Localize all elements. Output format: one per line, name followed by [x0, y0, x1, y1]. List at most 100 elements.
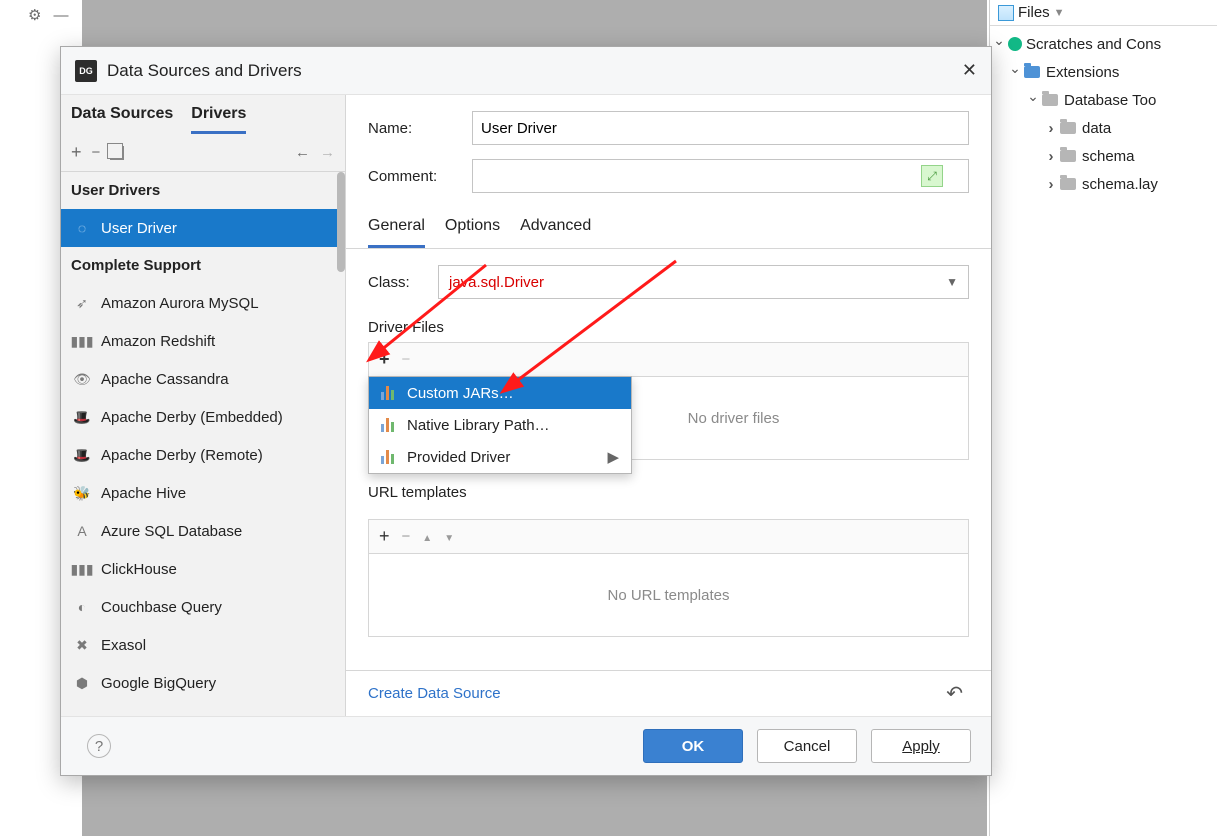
chevron-down-icon: ▼	[946, 275, 958, 289]
class-value: java.sql.Driver	[449, 274, 544, 291]
tree-node-scratches[interactable]: Scratches and Cons	[1026, 36, 1161, 53]
menu-item-label: Custom JARs…	[407, 385, 514, 402]
jars-icon	[381, 386, 397, 400]
tab-options[interactable]: Options	[445, 217, 500, 248]
name-label: Name:	[368, 120, 472, 137]
tab-general[interactable]: General	[368, 217, 425, 248]
list-item-label: Apache Derby (Remote)	[101, 447, 263, 464]
comment-input[interactable]	[472, 159, 969, 193]
list-item-label: Apache Derby (Embedded)	[101, 409, 283, 426]
copy-icon[interactable]	[110, 146, 124, 160]
driver-icon: 🎩	[73, 446, 91, 464]
driver-icon: ◌	[73, 219, 91, 237]
remove-driver-file-icon[interactable]	[402, 351, 411, 368]
list-item-label: Azure SQL Database	[101, 523, 242, 540]
back-icon[interactable]	[295, 144, 310, 161]
url-templates-box: No URL templates	[368, 553, 969, 637]
list-item-label: Exasol	[101, 637, 146, 654]
files-tab-icon	[998, 5, 1014, 21]
project-tree[interactable]: Scratches and Cons Extensions Database T…	[990, 26, 1217, 202]
class-dropdown[interactable]: java.sql.Driver ▼	[438, 265, 969, 299]
tree-node-schema-lay[interactable]: schema.lay	[1082, 176, 1158, 193]
tree-node-data[interactable]: data	[1082, 120, 1111, 137]
expand-icon[interactable]	[1044, 148, 1058, 165]
list-item-label: Amazon Redshift	[101, 333, 215, 350]
section-user-drivers: User Drivers	[61, 172, 345, 209]
add-file-menu: Custom JARs… Native Library Path… Provid…	[368, 376, 632, 474]
expand-icon[interactable]	[1008, 64, 1022, 81]
folder-icon	[1042, 94, 1058, 106]
create-data-source-link[interactable]: Create Data Source	[368, 685, 501, 702]
gear-icon[interactable]: ⚙	[28, 6, 41, 24]
driver-files-placeholder: No driver files	[688, 410, 780, 427]
driver-icon: ✖	[73, 636, 91, 654]
list-item[interactable]: ➶Amazon Aurora MySQL	[61, 284, 345, 322]
tab-drivers[interactable]: Drivers	[191, 105, 246, 134]
list-item-label: Couchbase Query	[101, 599, 222, 616]
menu-item-label: Provided Driver	[407, 449, 510, 466]
submenu-arrow-icon: ▶	[607, 448, 619, 466]
list-item[interactable]: ▮▮▮ClickHouse	[61, 550, 345, 588]
tree-node-extensions[interactable]: Extensions	[1046, 64, 1119, 81]
menu-item-provided-driver[interactable]: Provided Driver ▶	[369, 441, 631, 473]
scrollbar-thumb[interactable]	[337, 172, 345, 272]
tree-node-database-tools[interactable]: Database Too	[1064, 92, 1156, 109]
folder-icon	[1060, 178, 1076, 190]
cancel-button[interactable]: Cancel	[757, 729, 857, 763]
app-icon: DG	[75, 60, 97, 82]
list-item[interactable]: AAzure SQL Database	[61, 512, 345, 550]
menu-item-native-library[interactable]: Native Library Path…	[369, 409, 631, 441]
folder-icon	[1024, 66, 1040, 78]
move-down-icon[interactable]	[444, 528, 454, 545]
section-complete-support: Complete Support	[61, 247, 345, 284]
menu-item-custom-jars[interactable]: Custom JARs…	[369, 377, 631, 409]
driver-icon: ▮▮▮	[73, 560, 91, 578]
minimize-icon[interactable]: —	[53, 7, 68, 24]
name-input[interactable]	[472, 111, 969, 145]
data-sources-dialog: DG Data Sources and Drivers ✕ Data Sourc…	[60, 46, 992, 776]
driver-icon: 🎩	[73, 408, 91, 426]
expand-icon[interactable]	[1026, 92, 1040, 109]
driver-icon: ◐	[73, 598, 91, 616]
tab-advanced[interactable]: Advanced	[520, 217, 591, 248]
dropdown-icon[interactable]: ▼	[1054, 7, 1065, 19]
folder-icon	[1060, 122, 1076, 134]
forward-icon[interactable]	[320, 144, 335, 161]
close-icon[interactable]: ✕	[962, 60, 977, 81]
add-url-template-icon[interactable]	[379, 526, 390, 547]
menu-item-label: Native Library Path…	[407, 417, 550, 434]
list-item[interactable]: ⬢Google BigQuery	[61, 664, 345, 702]
list-item[interactable]: ◐ Couchbase Query	[61, 588, 345, 626]
undo-icon[interactable]: ↶	[946, 681, 963, 706]
list-item-label: Google BigQuery	[101, 675, 216, 692]
add-icon[interactable]	[71, 142, 82, 163]
expand-icon[interactable]	[992, 36, 1006, 53]
expand-icon[interactable]: ⤢	[921, 165, 943, 187]
tab-data-sources[interactable]: Data Sources	[71, 105, 173, 134]
move-up-icon[interactable]	[422, 528, 432, 545]
list-item-label: Amazon Aurora MySQL	[101, 295, 259, 312]
add-driver-file-icon[interactable]	[379, 349, 390, 370]
ok-button[interactable]: OK	[643, 729, 743, 763]
list-item[interactable]: ▮▮▮Amazon Redshift	[61, 322, 345, 360]
list-item[interactable]: 🎩 Apache Derby (Embedded)	[61, 398, 345, 436]
list-item[interactable]: 👁Apache Cassandra	[61, 360, 345, 398]
drivers-list[interactable]: User Drivers ◌ User Driver Complete Supp…	[61, 172, 345, 716]
scratches-icon	[1008, 37, 1022, 51]
list-item[interactable]: 🐝 Apache Hive	[61, 474, 345, 512]
native-lib-icon	[381, 418, 397, 432]
remove-url-template-icon[interactable]	[402, 528, 411, 545]
remove-icon[interactable]	[92, 144, 101, 161]
driver-icon: 🐝	[73, 484, 91, 502]
tree-node-schema[interactable]: schema	[1082, 148, 1135, 165]
expand-icon[interactable]	[1044, 120, 1058, 137]
list-item[interactable]: 🎩 Apache Derby (Remote)	[61, 436, 345, 474]
files-tab-label[interactable]: Files	[1018, 4, 1050, 21]
list-item-user-driver[interactable]: ◌ User Driver	[61, 209, 345, 247]
expand-icon[interactable]	[1044, 176, 1058, 193]
provided-driver-icon	[381, 450, 397, 464]
list-item[interactable]: ✖ Exasol	[61, 626, 345, 664]
list-item-label: Apache Hive	[101, 485, 186, 502]
apply-button[interactable]: Apply	[871, 729, 971, 763]
help-icon[interactable]: ?	[87, 734, 111, 758]
